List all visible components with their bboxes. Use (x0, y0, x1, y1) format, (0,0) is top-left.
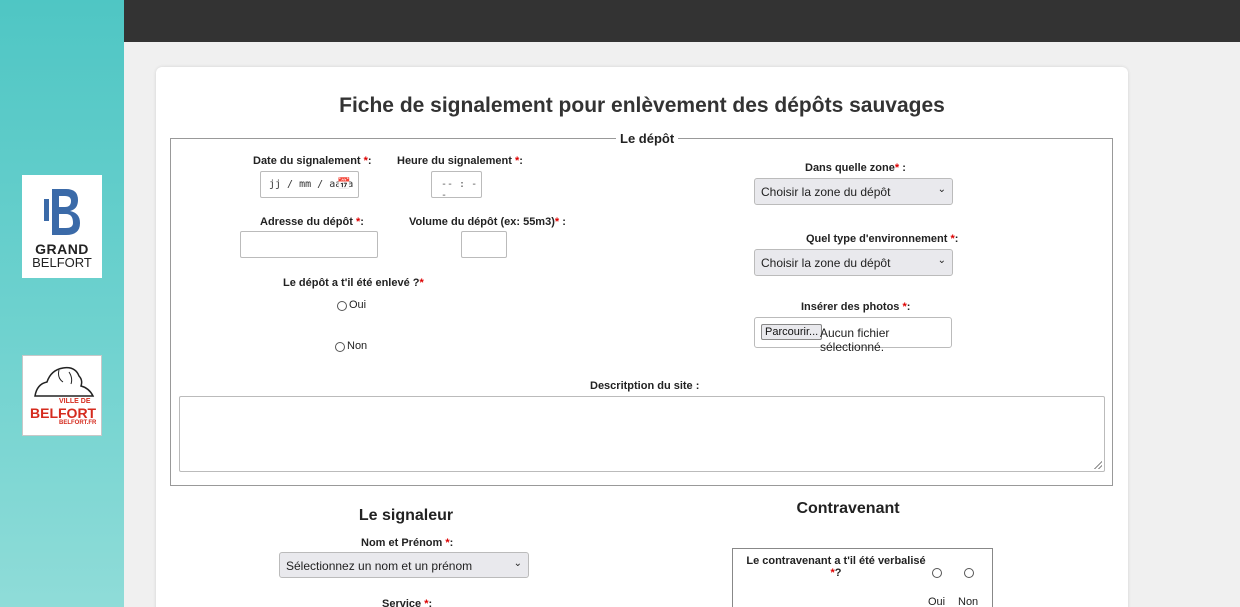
enleve-non-label: Non (347, 340, 368, 352)
zone-select-value: Choisir la zone du dépôt (761, 185, 891, 199)
service-label: Service *: (382, 598, 433, 607)
sidebar: GRAND BELFORT VILLE DE BELFORT BELFORT.F… (0, 0, 124, 607)
date-label: Date du signalement *: (253, 155, 372, 167)
chevron-down-icon: ⌄ (513, 558, 522, 569)
depot-legend: Le dépôt (616, 131, 679, 146)
belfort-text: BELFORT (30, 405, 97, 421)
adresse-input[interactable] (240, 231, 378, 258)
ville-de-text: VILLE DE (59, 398, 91, 405)
nom-label: Nom et Prénom *: (361, 537, 454, 549)
browse-button[interactable]: Parcourir... (761, 324, 823, 340)
verbalise-oui-label: Oui (928, 596, 946, 607)
photos-file-input[interactable]: Parcourir... Aucun fichier sélectionné. (754, 317, 952, 354)
env-select-value: Choisir la zone du dépôt (761, 256, 891, 270)
description-textarea[interactable] (179, 396, 1105, 472)
verbalise-oui-radio[interactable] (932, 568, 942, 578)
verbalise-non-radio[interactable] (964, 568, 974, 578)
form-card: Fiche de signalement pour enlèvement des… (156, 67, 1128, 607)
enleve-oui-radio[interactable] (337, 301, 347, 311)
env-label: Quel type d'environnement *: (806, 233, 959, 245)
heure-input[interactable]: -- : -- (431, 171, 482, 201)
verbalise-box: Le contravenant a t'il été verbalisé *? O… (732, 548, 993, 607)
chevron-down-icon: ⌄ (937, 255, 946, 266)
chevron-down-icon: ⌄ (937, 184, 946, 195)
heure-label: Heure du signalement *: (397, 155, 523, 167)
belfort-url-text: BELFORT.FR (59, 420, 97, 426)
nom-select[interactable]: Sélectionnez un nom et un prénom ⌄ (279, 552, 529, 578)
grand-belfort-logo[interactable]: GRAND BELFORT (22, 175, 102, 278)
verbalise-label: Le contravenant a t'il été verbalisé *? (746, 555, 926, 579)
adresse-label: Adresse du dépôt *: (260, 216, 364, 228)
description-label: Descritption du site : (590, 380, 700, 392)
enleve-oui-label: Oui (349, 299, 367, 311)
resize-grip-icon[interactable] (1094, 461, 1102, 469)
grand-belfort-b-icon (44, 189, 80, 235)
calendar-icon[interactable]: 📅 (337, 177, 351, 190)
verbalise-non-label: Non (958, 596, 979, 607)
ville-de-belfort-logo[interactable]: VILLE DE BELFORT BELFORT.FR (22, 355, 102, 436)
enleve-label: Le dépôt a t'il été enlevé ?* (283, 277, 424, 289)
nom-select-value: Sélectionnez un nom et un prénom (286, 559, 473, 573)
enleve-non-radio[interactable] (335, 342, 345, 352)
volume-label: Volume du dépôt (ex: 55m3)* : (409, 216, 566, 228)
contravenant-heading: Contravenant (796, 500, 900, 517)
lion-icon (34, 366, 95, 397)
date-input[interactable]: jj / mm / aaaa 📅 (260, 171, 359, 198)
top-bar (124, 0, 1240, 42)
depot-fieldset: Le dépôt Date du signalement *: jj / mm … (170, 131, 1113, 486)
page-title: Fiche de signalement pour enlèvement des… (339, 94, 945, 117)
zone-select[interactable]: Choisir la zone du dépôt ⌄ (754, 178, 953, 205)
heure-placeholder: -- : -- (441, 179, 478, 201)
belfort-word: BELFORT (32, 255, 92, 270)
zone-label: Dans quelle zone* : (805, 162, 906, 174)
env-select[interactable]: Choisir la zone du dépôt ⌄ (754, 249, 953, 276)
signaleur-heading: Le signaleur (358, 507, 454, 524)
no-file-text: Aucun fichier sélectionné. (820, 326, 890, 354)
volume-input[interactable] (461, 231, 507, 258)
photos-label: Insérer des photos *: (801, 301, 911, 313)
